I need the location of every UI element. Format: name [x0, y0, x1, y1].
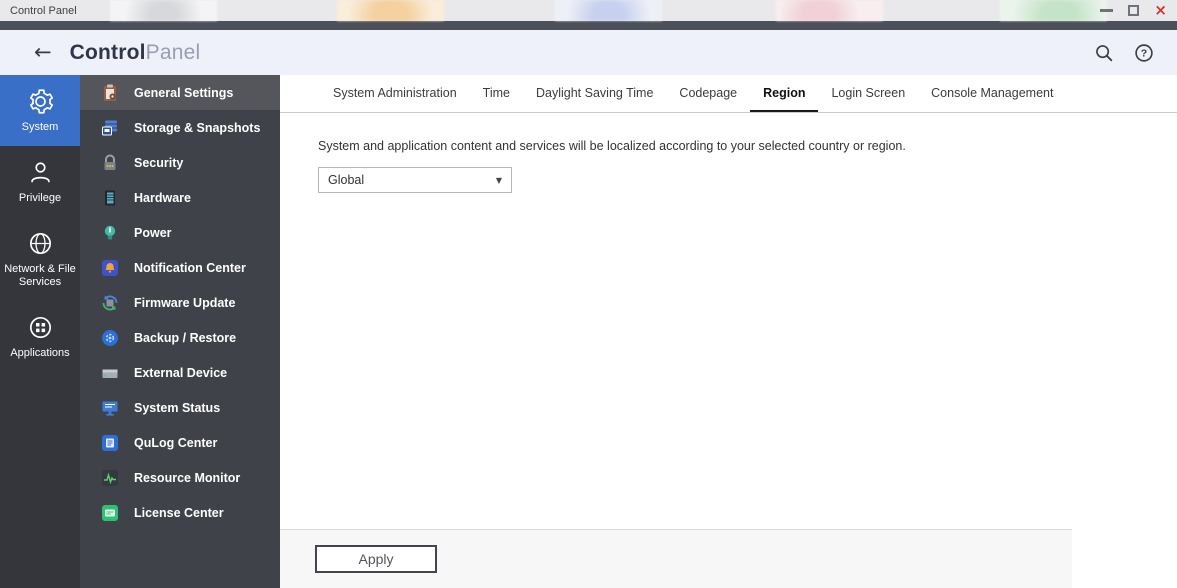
titlebar: Control Panel × [0, 0, 1177, 21]
taskbar-app-thumbnail [555, 0, 662, 21]
apps-grid-icon [29, 316, 51, 339]
menu-item-firmware-update[interactable]: Firmware Update [80, 285, 280, 320]
menu-item-resource-monitor[interactable]: Resource Monitor [80, 460, 280, 495]
menu-item-license-center[interactable]: License Center [80, 495, 280, 530]
globe-icon [29, 232, 51, 255]
menu-item-label: Backup / Restore [134, 330, 237, 345]
menu-item-label: Storage & Snapshots [134, 120, 261, 135]
menu-item-label: QuLog Center [134, 435, 218, 450]
region-description: System and application content and servi… [318, 139, 906, 153]
clipboard-gear-icon [104, 84, 116, 101]
waveform-tile-icon [102, 469, 118, 486]
rail-label: System [21, 121, 59, 133]
page-title-bold: Control [69, 40, 146, 64]
category-rail: System Privilege Network & File Services [0, 75, 80, 588]
menu-item-label: Hardware [134, 190, 191, 205]
external-drive-icon [102, 369, 118, 378]
search-icon[interactable] [1093, 42, 1115, 64]
menu-item-qulog-center[interactable]: QuLog Center [80, 425, 280, 460]
page-title-light: Panel [145, 40, 201, 64]
help-icon[interactable]: ? [1133, 42, 1155, 64]
user-icon [30, 162, 50, 183]
menu-item-label: External Device [134, 365, 228, 380]
rail-item-system[interactable]: System [0, 75, 80, 146]
action-bar: Apply [280, 529, 1072, 588]
license-tile-icon [102, 504, 118, 521]
window-controls: × [1100, 0, 1167, 21]
menu-item-notification-center[interactable]: Notification Center [80, 250, 280, 285]
taskbar-app-thumbnail [110, 0, 217, 21]
tab-login-screen[interactable]: Login Screen [818, 75, 918, 112]
tab-region[interactable]: Region [750, 75, 819, 112]
menu-item-storage-snapshots[interactable]: Storage & Snapshots [80, 110, 280, 145]
bell-tile-icon [102, 259, 118, 276]
rail-label: Privilege [18, 192, 62, 204]
apply-button[interactable]: Apply [315, 545, 437, 573]
taskbar-app-thumbnail [337, 0, 444, 21]
tab-codepage[interactable]: Codepage [666, 75, 750, 112]
settings-menu: General Settings Storage & Snapshots Sec… [80, 75, 280, 588]
tab-time[interactable]: Time [470, 75, 523, 112]
chevron-down-icon: ▼ [495, 175, 502, 185]
menu-item-label: General Settings [134, 85, 234, 100]
menu-item-label: Security [134, 155, 184, 170]
titlebar-title: Control Panel [10, 4, 77, 17]
app-header: ← ControlPanel ? [0, 30, 1177, 75]
menu-item-label: Power [134, 225, 172, 240]
rail-label: Applications [10, 347, 70, 359]
tab-console-management[interactable]: Console Management [918, 75, 1066, 112]
rail-item-network-file-services[interactable]: Network & File Services [0, 217, 80, 301]
control-panel-window: Control Panel × ← ControlPanel ? System … [0, 0, 1177, 588]
menu-item-label: Resource Monitor [134, 470, 241, 485]
back-arrow-icon[interactable]: ← [34, 42, 52, 63]
menu-item-external-device[interactable]: External Device [80, 355, 280, 390]
region-select-value: Global [328, 173, 365, 187]
taskbar-app-thumbnail [776, 0, 883, 21]
log-tile-icon [102, 434, 118, 451]
backup-circle-icon [102, 329, 118, 346]
content-panel: System Administration Time Daylight Savi… [280, 75, 1177, 588]
rail-item-privilege[interactable]: Privilege [0, 146, 80, 217]
padlock-icon [104, 154, 116, 170]
menu-item-power[interactable]: Power [80, 215, 280, 250]
tab-daylight-saving-time[interactable]: Daylight Saving Time [523, 75, 666, 112]
tab-system-administration[interactable]: System Administration [320, 75, 470, 112]
menu-item-label: Firmware Update [134, 295, 236, 310]
minimize-icon[interactable] [1100, 9, 1114, 12]
status-monitor-icon [102, 401, 118, 416]
taskbar-app-thumbnail [1000, 0, 1107, 21]
menu-item-security[interactable]: Security [80, 145, 280, 180]
close-icon[interactable]: × [1154, 3, 1167, 18]
menu-item-system-status[interactable]: System Status [80, 390, 280, 425]
update-arrows-icon [102, 295, 118, 310]
menu-item-general-settings[interactable]: General Settings [80, 75, 280, 110]
menu-item-label: Notification Center [134, 260, 246, 275]
storage-disks-icon [102, 120, 117, 135]
menu-item-backup-restore[interactable]: Backup / Restore [80, 320, 280, 355]
menu-item-hardware[interactable]: Hardware [80, 180, 280, 215]
gear-icon [29, 89, 53, 114]
menu-item-label: System Status [134, 400, 221, 415]
rail-item-applications[interactable]: Applications [0, 301, 80, 372]
region-select[interactable]: Global ▼ [318, 167, 512, 193]
window-top-strip [0, 21, 1177, 30]
tab-bar: System Administration Time Daylight Savi… [280, 75, 1177, 113]
nas-tower-icon [105, 190, 115, 205]
help-glyph: ? [1141, 47, 1147, 59]
power-bulb-icon [104, 225, 116, 239]
maximize-icon[interactable] [1128, 5, 1140, 16]
page-title: ControlPanel [70, 41, 201, 65]
rail-label: Network & File Services [4, 263, 76, 288]
menu-item-label: License Center [134, 505, 224, 520]
